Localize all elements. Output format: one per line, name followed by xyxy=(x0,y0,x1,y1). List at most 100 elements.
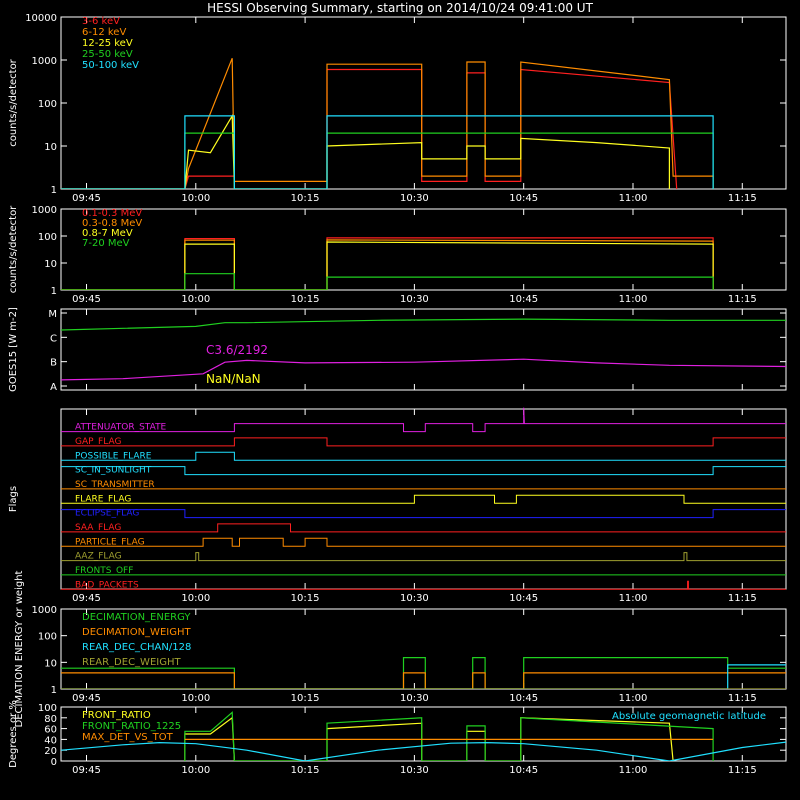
flag-label: SAA_FLAG xyxy=(75,523,121,533)
y-tick-label: 100 xyxy=(38,632,57,643)
panel-high-energy: 09:45 10:00 10:15 10:30 10:45 11:00 11:15 count… xyxy=(8,205,787,305)
y-tick-label: 20 xyxy=(44,746,57,757)
x-tick-label: 10:30 xyxy=(400,593,429,604)
panel-goes: GOES15 [W m-2] A B C M C3.6/2192 NaN/NaN xyxy=(8,307,787,393)
x-tick-label: 10:15 xyxy=(291,765,320,776)
x-tick-label: 11:15 xyxy=(728,593,757,604)
x-tick-label: 10:45 xyxy=(509,593,538,604)
flag-label: SC_TRANSMITTER xyxy=(75,480,155,490)
x-tick-label: 09:45 xyxy=(72,294,101,305)
x-tick-label: 10:30 xyxy=(400,294,429,305)
panel-flags: 09:45 10:00 10:15 10:30 10:45 11:00 11:15 Flags… xyxy=(8,407,787,604)
legend-entry: REAR_DEC_CHAN/128 xyxy=(82,642,191,653)
flag-label: ECLIPSE_FLAG xyxy=(75,509,139,519)
legend-entry: 6-12 keV xyxy=(82,27,126,38)
x-tick-label: 11:15 xyxy=(728,693,757,704)
x-tick-label: 10:45 xyxy=(509,765,538,776)
y-tick-label: 1 xyxy=(51,185,57,196)
y-tick-label: 10 xyxy=(44,259,57,270)
y-axis-label: counts/s/detector xyxy=(8,58,19,146)
y-tick-label: 1000 xyxy=(32,56,57,67)
x-tick-label: 11:15 xyxy=(728,765,757,776)
x-tick-label: 09:45 xyxy=(72,593,101,604)
y-tick-label: 10 xyxy=(44,658,57,669)
y-axis-label: GOES15 [W m-2] xyxy=(8,307,19,392)
flag-line xyxy=(61,523,786,533)
annotation: Absolute geomagnetic latitude xyxy=(612,711,766,722)
series-line xyxy=(61,318,786,331)
x-tick-label: 11:00 xyxy=(619,765,648,776)
y-tick-label: B xyxy=(50,358,57,369)
y-tick-label: 80 xyxy=(44,714,57,725)
legend-entry: 50-100 keV xyxy=(82,60,139,71)
flag-label: PARTICLE_FLAG xyxy=(75,537,145,547)
observing-summary-figure: HESSI Observing Summary, starting on 201… xyxy=(8,1,787,776)
y-axis-label: Flags xyxy=(8,486,19,512)
y-axis-label: counts/s/detector xyxy=(8,205,19,293)
x-tick-label: 11:00 xyxy=(619,593,648,604)
y-tick-label: 1000 xyxy=(32,205,57,216)
flag-line xyxy=(61,537,786,547)
flag-line xyxy=(61,437,786,447)
series-line xyxy=(61,273,714,290)
series-line xyxy=(61,358,786,381)
y-tick-label: 100 xyxy=(38,703,57,714)
flag-label: BAD_PACKETS xyxy=(75,580,139,590)
legend-entry: 7-20 MeV xyxy=(82,238,130,249)
legend-entry: REAR_DEC_WEIGHT xyxy=(82,657,181,668)
flag-label: POSSIBLE_FLARE xyxy=(75,451,152,461)
panel-ratio: 09:45 10:00 10:15 10:30 10:45 11:00 11:15 Degre… xyxy=(8,700,787,776)
x-tick-label: 10:45 xyxy=(509,193,538,204)
series-line xyxy=(61,115,714,189)
y-tick-label: M xyxy=(48,309,57,320)
x-tick-label: 10:15 xyxy=(291,294,320,305)
flag-line xyxy=(61,451,786,461)
legend-entry: DECIMATION_WEIGHT xyxy=(82,627,191,638)
flag-line xyxy=(61,466,786,476)
y-tick-label: 1000 xyxy=(32,605,57,616)
x-tick-label: 10:00 xyxy=(181,693,210,704)
x-tick-label: 10:00 xyxy=(181,593,210,604)
series-line xyxy=(61,113,671,189)
panel-frame xyxy=(60,408,787,590)
x-tick-label: 10:45 xyxy=(509,693,538,704)
legend-entry: MAX_DET_VS_TOT xyxy=(82,732,174,743)
legend-entry: 25-50 keV xyxy=(82,49,133,60)
flag-label: FRONTS_OFF xyxy=(75,566,133,576)
x-tick-label: 10:00 xyxy=(181,294,210,305)
y-tick-label: 10000 xyxy=(25,13,57,24)
x-tick-label: 10:15 xyxy=(291,593,320,604)
series-line xyxy=(61,741,786,761)
y-tick-label: 1 xyxy=(51,286,57,297)
annotation: NaN/NaN xyxy=(206,372,261,386)
x-tick-label: 10:15 xyxy=(291,193,320,204)
panels: 09:45 10:00 10:15 10:30 10:45 11:00 11:15 count… xyxy=(8,13,787,776)
y-tick-label: 1 xyxy=(51,685,57,696)
y-tick-label: 100 xyxy=(38,232,57,243)
legend-entry: 12-25 keV xyxy=(82,38,133,49)
x-tick-label: 09:45 xyxy=(72,765,101,776)
y-tick-label: 40 xyxy=(44,735,57,746)
x-tick-label: 10:30 xyxy=(400,193,429,204)
y-tick-label: C xyxy=(50,333,57,344)
legend-entry: FRONT_RATIO_1225 xyxy=(82,721,181,732)
flag-line xyxy=(61,580,786,590)
legend-entry: FRONT_RATIO xyxy=(82,710,151,721)
legend-entry: 3-6 keV xyxy=(82,16,120,27)
flag-label: SC_IN_SUNLIGHT xyxy=(75,466,152,476)
x-tick-label: 09:45 xyxy=(72,193,101,204)
series-line xyxy=(61,241,714,290)
flag-label: GAP_FLAG xyxy=(75,437,121,447)
x-tick-label: 11:00 xyxy=(619,193,648,204)
x-tick-label: 10:15 xyxy=(291,693,320,704)
y-tick-label: A xyxy=(50,382,57,393)
x-tick-label: 09:45 xyxy=(72,693,101,704)
y-tick-label: 0 xyxy=(51,757,57,768)
y-tick-label: 10 xyxy=(44,142,57,153)
flag-label: ATTENUATOR_STATE xyxy=(75,423,167,433)
series-line xyxy=(61,68,678,189)
series-line xyxy=(61,132,714,189)
series-line xyxy=(61,672,786,689)
y-tick-label: 60 xyxy=(44,725,57,736)
flag-label: AAZ_FLAG xyxy=(75,552,122,562)
